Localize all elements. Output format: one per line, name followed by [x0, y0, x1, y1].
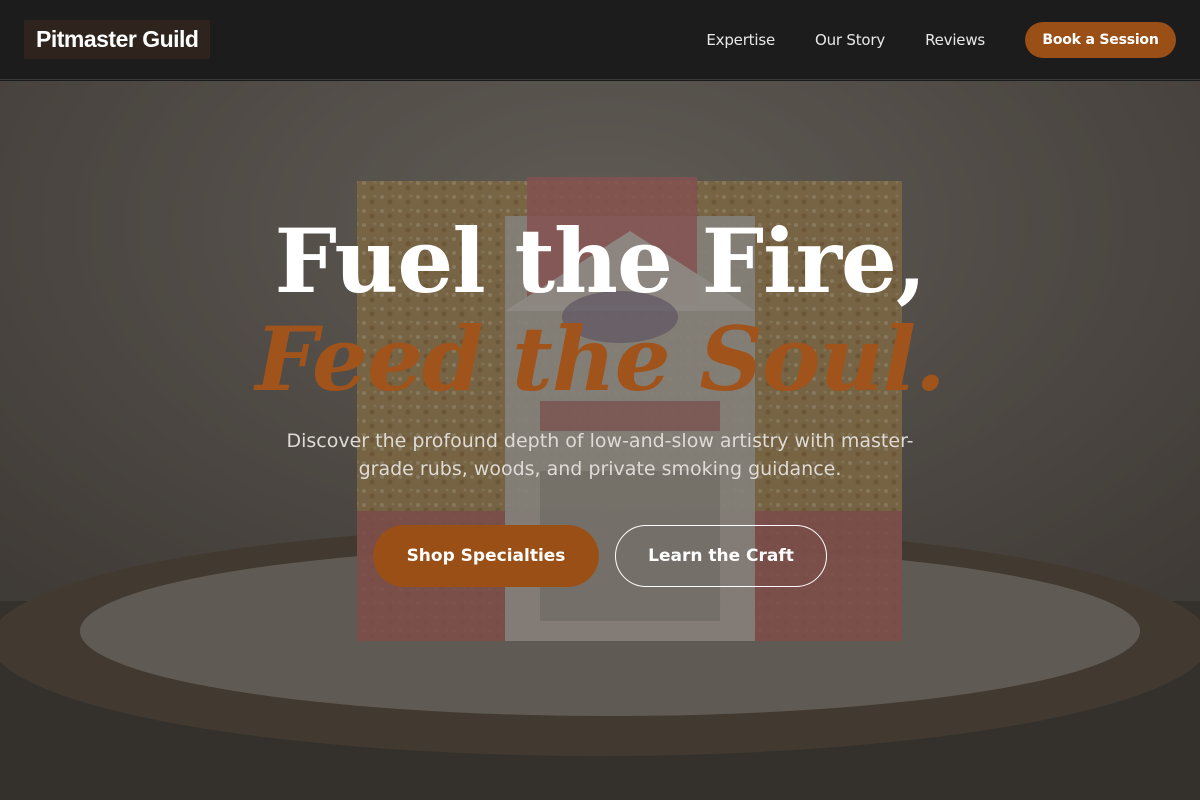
hero-subtitle: Discover the profound depth of low-and-s… — [286, 430, 914, 480]
nav-link-our-story[interactable]: Our Story — [815, 31, 885, 49]
learn-the-craft-button[interactable]: Learn the Craft — [615, 525, 827, 587]
nav-link-reviews[interactable]: Reviews — [925, 31, 985, 49]
top-navigation: Pitmaster Guild Expertise Our Story Revi… — [0, 0, 1200, 80]
nav-link-expertise[interactable]: Expertise — [706, 31, 775, 49]
hero-headline-primary: Fuel the Fire, — [274, 209, 926, 313]
hero-content: Fuel the Fire, Feed the Soul. Discover t… — [0, 81, 1200, 800]
shop-specialties-button[interactable]: Shop Specialties — [373, 525, 599, 587]
hero-headline-accent: Feed the Soul. — [255, 307, 945, 411]
nav-menu: Expertise Our Story Reviews Book a Sessi… — [706, 21, 1176, 58]
site-logo[interactable]: Pitmaster Guild — [24, 20, 211, 59]
book-session-button[interactable]: Book a Session — [1025, 21, 1176, 58]
hero-section: Fuel the Fire, Feed the Soul. Discover t… — [0, 81, 1200, 800]
